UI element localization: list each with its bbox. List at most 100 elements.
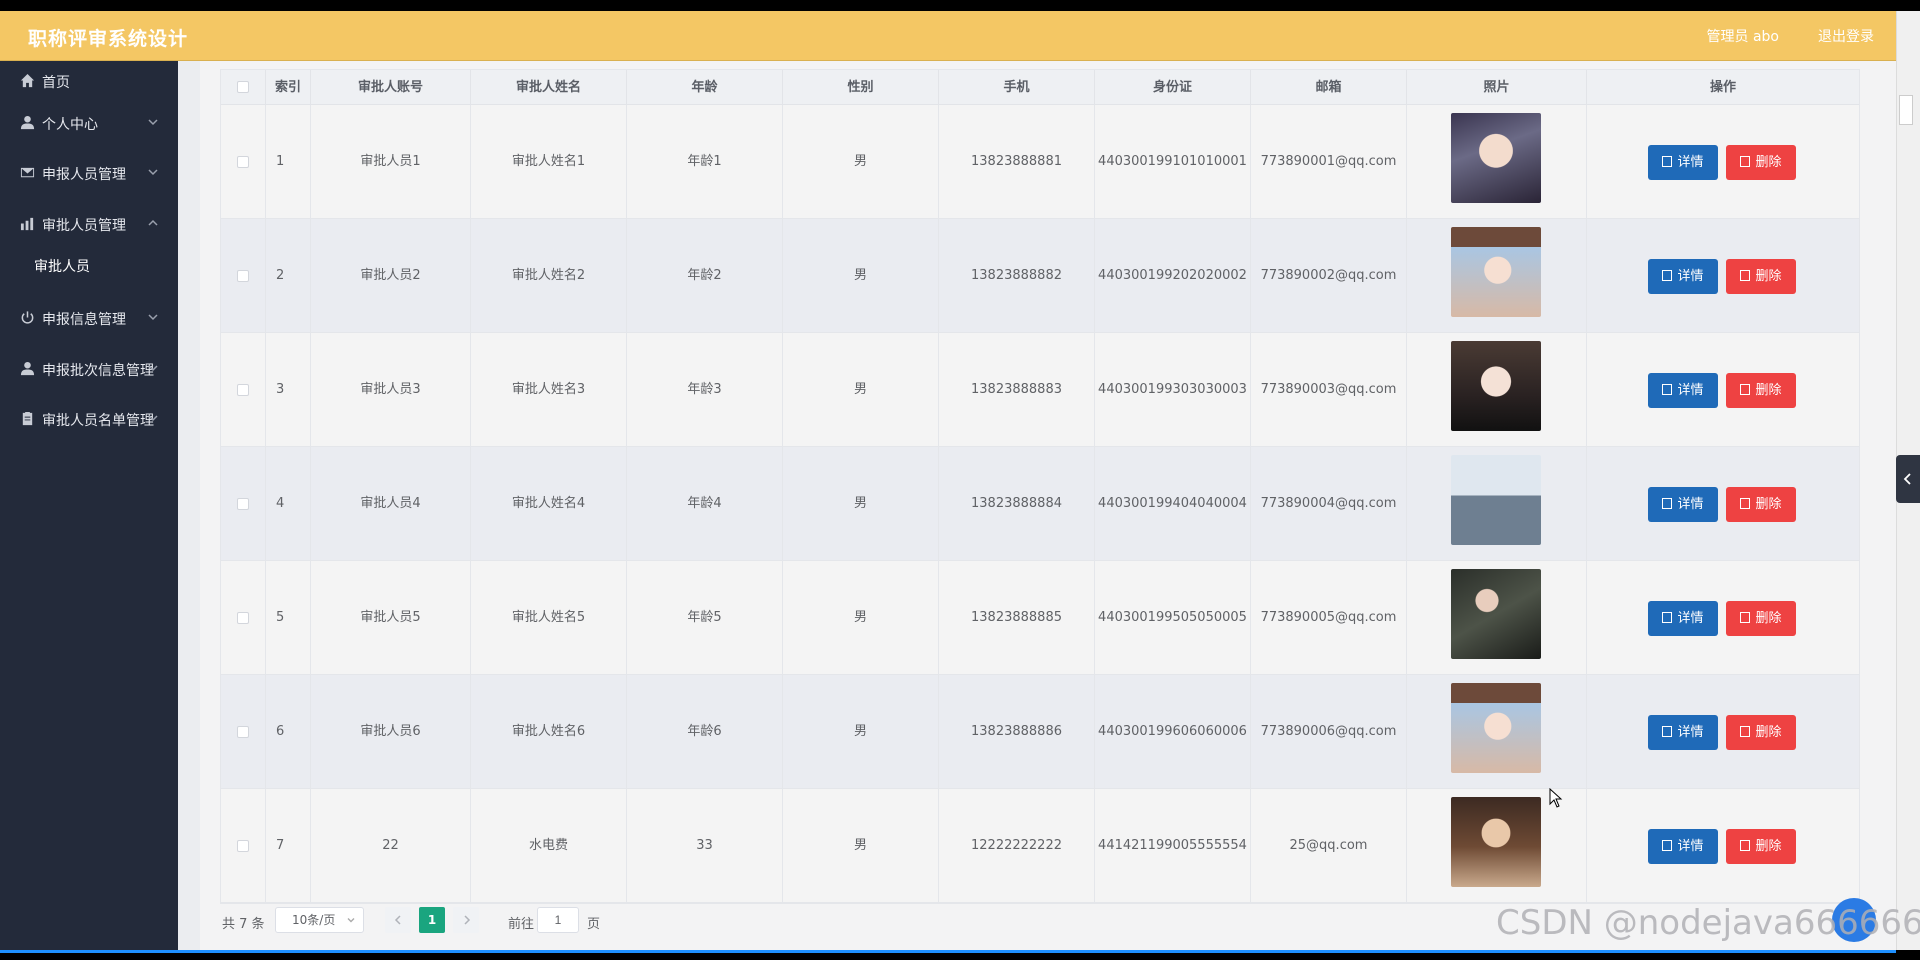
delete-label: 删除	[1755, 269, 1782, 284]
detail-label: 详情	[1677, 383, 1704, 398]
prev-page-button[interactable]	[385, 907, 411, 933]
sidebar-item-applicant-management[interactable]: 申报人员管理	[0, 153, 178, 193]
trash-icon	[1740, 726, 1751, 737]
row-select-cell	[221, 219, 266, 333]
detail-button[interactable]: 详情	[1648, 715, 1718, 750]
detail-label: 详情	[1677, 155, 1704, 170]
scrollbar-thumb[interactable]	[1899, 95, 1913, 125]
delete-button[interactable]: 删除	[1726, 373, 1796, 408]
delete-button[interactable]: 删除	[1726, 259, 1796, 294]
side-panel-toggle[interactable]	[1896, 455, 1920, 503]
clipboard-icon	[22, 411, 33, 426]
sidebar-item-home[interactable]: 首页	[0, 61, 178, 101]
page-number-current[interactable]: 1	[419, 907, 445, 933]
cell-age: 年龄5	[627, 561, 783, 675]
trash-icon	[1740, 840, 1751, 851]
sidebar-item-personal-center[interactable]: 个人中心	[0, 103, 178, 143]
actions-cell: 详情 删除	[1587, 675, 1859, 789]
sidebar-item-approver-management[interactable]: 审批人员管理	[0, 204, 178, 244]
cell-id-card: 440300199202020002	[1095, 219, 1251, 333]
portrait-photo-3	[1451, 341, 1541, 431]
column-header: 照片	[1407, 70, 1587, 105]
row-checkbox[interactable]	[237, 840, 249, 852]
delete-button[interactable]: 删除	[1726, 487, 1796, 522]
cell-phone: 12222222222	[939, 789, 1095, 903]
row-checkbox[interactable]	[237, 270, 249, 282]
page-size-select[interactable]: 10条/页	[275, 907, 364, 933]
watermark: CSDN @nodejava666666	[1496, 903, 1920, 943]
detail-button[interactable]: 详情	[1648, 601, 1718, 636]
sidebar-item-label: 申报信息管理	[42, 312, 126, 328]
sidebar-item-label: 申报批次信息管理	[42, 363, 154, 379]
detail-button[interactable]: 详情	[1648, 259, 1718, 294]
app-title: 职称评审系统设计	[28, 28, 189, 50]
cell-age: 年龄1	[627, 105, 783, 219]
column-header: 身份证	[1095, 70, 1251, 105]
row-checkbox[interactable]	[237, 726, 249, 738]
sidebar-subitem-approvers[interactable]: 审批人员	[0, 247, 178, 283]
actions-cell: 详情 删除	[1587, 333, 1859, 447]
cell-email: 773890006@qq.com	[1251, 675, 1407, 789]
goto-suffix: 页	[587, 917, 601, 932]
delete-button[interactable]: 删除	[1726, 829, 1796, 864]
row-checkbox[interactable]	[237, 384, 249, 396]
sidebar-item-batch-info[interactable]: 申报批次信息管理	[0, 349, 178, 389]
row-checkbox[interactable]	[237, 612, 249, 624]
photo-cell	[1407, 675, 1587, 789]
detail-button[interactable]: 详情	[1648, 829, 1718, 864]
logout-link[interactable]: 退出登录	[1818, 26, 1874, 46]
cell-account: 审批人员6	[311, 675, 471, 789]
cell-age: 年龄4	[627, 447, 783, 561]
table-row: 1 审批人员1 审批人姓名1 年龄1 男 13823888881 4403001991010…	[221, 105, 1859, 219]
table-row: 7 22 水电费 33 男 12222222222 441421199005555554 25…	[221, 789, 1859, 903]
portrait-photo-7	[1451, 797, 1541, 887]
chevron-down-icon	[148, 365, 158, 372]
chevron-left-icon	[394, 915, 401, 925]
cell-age: 33	[627, 789, 783, 903]
cell-id-card: 440300199404040004	[1095, 447, 1251, 561]
detail-button[interactable]: 详情	[1648, 145, 1718, 180]
cell-index: 6	[266, 675, 311, 789]
cell-id-card: 440300199606060006	[1095, 675, 1251, 789]
trash-icon	[1740, 612, 1751, 623]
delete-button[interactable]: 删除	[1726, 601, 1796, 636]
detail-button[interactable]: 详情	[1648, 373, 1718, 408]
actions-cell: 详情 删除	[1587, 789, 1859, 903]
trash-icon	[1740, 498, 1751, 509]
mouse-cursor-icon	[1549, 788, 1563, 808]
detail-label: 详情	[1677, 725, 1704, 740]
row-checkbox[interactable]	[237, 156, 249, 168]
delete-button[interactable]: 删除	[1726, 715, 1796, 750]
cell-phone: 13823888885	[939, 561, 1095, 675]
detail-button[interactable]: 详情	[1648, 487, 1718, 522]
sidebar: 首页 个人中心 申报人员管理 审批人员管理 审批人员 申报信息管理 申报批次信息…	[0, 61, 178, 950]
cell-phone: 13823888883	[939, 333, 1095, 447]
cell-phone: 13823888882	[939, 219, 1095, 333]
main-content: 索引 审批人账号 审批人姓名 年龄 性别 手机 身份证 邮箱 照片 操作 1 审批…	[178, 61, 1896, 950]
column-header: 邮箱	[1251, 70, 1407, 105]
cell-account: 审批人员2	[311, 219, 471, 333]
next-page-button[interactable]	[453, 907, 479, 933]
goto-page-input[interactable]	[537, 907, 579, 933]
row-checkbox[interactable]	[237, 498, 249, 510]
cell-id-card: 441421199005555554	[1095, 789, 1251, 903]
delete-button[interactable]: 删除	[1726, 145, 1796, 180]
user-icon	[20, 361, 35, 376]
chevron-left-icon	[1903, 473, 1911, 485]
row-select-cell	[221, 105, 266, 219]
cell-age: 年龄6	[627, 675, 783, 789]
actions-cell: 详情 删除	[1587, 561, 1859, 675]
select-all-checkbox[interactable]	[237, 81, 249, 93]
cell-id-card: 440300199101010001	[1095, 105, 1251, 219]
portrait-photo-5	[1451, 569, 1541, 659]
trash-icon	[1740, 156, 1751, 167]
table-row: 5 审批人员5 审批人姓名5 年龄5 男 13823888885 4403001995050…	[221, 561, 1859, 675]
cell-name: 审批人姓名3	[471, 333, 627, 447]
sidebar-item-approver-list[interactable]: 审批人员名单管理	[0, 399, 178, 439]
photo-cell	[1407, 447, 1587, 561]
cell-id-card: 440300199303030003	[1095, 333, 1251, 447]
cell-name: 审批人姓名2	[471, 219, 627, 333]
sidebar-item-application-info[interactable]: 申报信息管理	[0, 298, 178, 338]
column-header: 操作	[1709, 80, 1736, 95]
goto-label: 前往	[508, 917, 535, 932]
